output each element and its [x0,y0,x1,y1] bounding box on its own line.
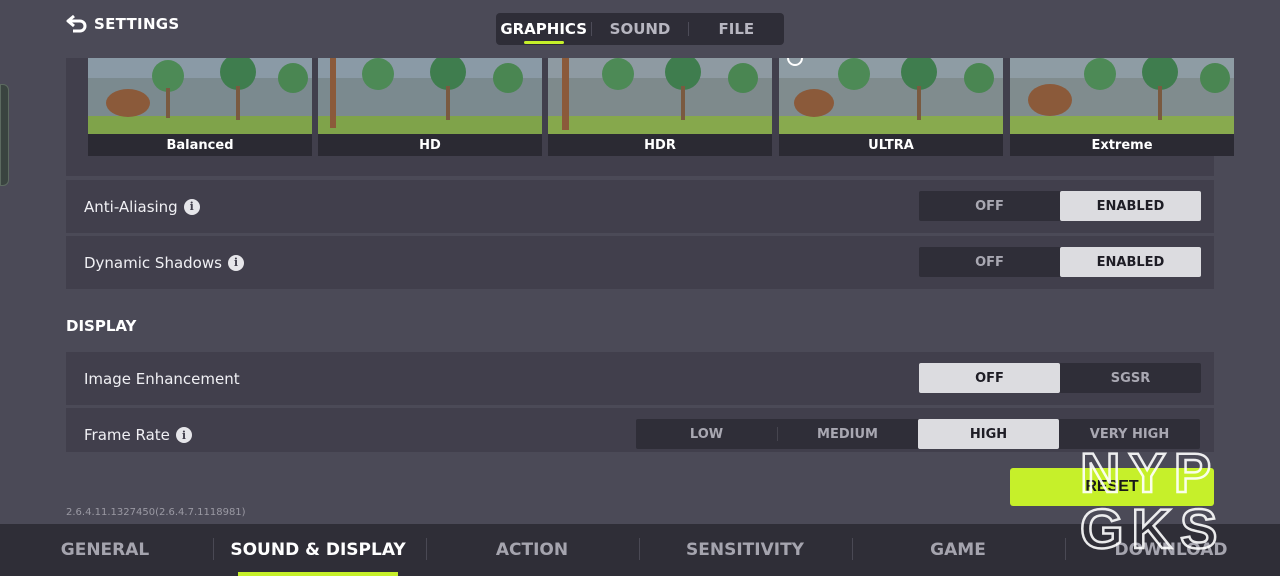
nav-general[interactable]: GENERAL [30,524,180,576]
nav-action[interactable]: ACTION [457,524,607,576]
image-enhancement-sgsr-option[interactable]: SGSR [1060,363,1201,393]
preset-extreme[interactable]: Extreme [1010,58,1234,156]
preset-hdr[interactable]: HDR [548,58,772,156]
dynamic-shadows-label-group: Dynamic Shadows i [84,254,244,272]
preset-label: Extreme [1010,134,1234,156]
dynamic-shadows-row: Dynamic Shadows i OFF ENABLED [66,236,1214,289]
anti-aliasing-off-option[interactable]: OFF [919,191,1060,221]
graphics-presets-panel: Balanced HD HDR ULTRA Extreme [66,58,1234,176]
info-icon[interactable]: i [183,198,200,215]
dynamic-shadows-off-option[interactable]: OFF [919,247,1060,277]
version-label: 2.6.4.11.1327450(2.6.4.7.1118981) [66,507,246,518]
nav-sound-display[interactable]: SOUND & DISPLAY [218,524,418,576]
frame-rate-label-group: Frame Rate i [84,426,192,444]
image-enhancement-label-group: Image Enhancement [84,370,240,388]
anti-aliasing-toggle: OFF ENABLED [919,191,1201,221]
preset-label: HDR [548,134,772,156]
dynamic-shadows-toggle: OFF ENABLED [919,247,1201,277]
anti-aliasing-row: Anti-Aliasing i OFF ENABLED [66,180,1214,233]
nav-game[interactable]: GAME [883,524,1033,576]
side-drawer-handle[interactable] [0,84,9,186]
frame-rate-medium-option[interactable]: MEDIUM [777,419,918,449]
display-section-title: DISPLAY [66,317,137,335]
nav-divider [852,538,853,560]
image-enhancement-label: Image Enhancement [84,369,240,388]
preset-balanced[interactable]: Balanced [88,58,312,156]
dynamic-shadows-enabled-option[interactable]: ENABLED [1060,247,1201,277]
tab-sound[interactable]: SOUND [592,13,687,45]
preset-label: ULTRA [779,134,1003,156]
dynamic-shadows-label: Dynamic Shadows [84,253,222,272]
frame-rate-low-option[interactable]: LOW [636,419,777,449]
nav-divider [1065,538,1066,560]
back-arrow-icon [66,14,87,33]
preset-preview-image [779,58,1003,135]
top-tab-bar: GRAPHICS SOUND FILE [496,13,784,45]
preset-preview-image [318,58,542,135]
preset-label: HD [318,134,542,156]
page-title: SETTINGS [94,15,180,33]
image-enhancement-row: Image Enhancement OFF SGSR [66,352,1214,405]
preset-preview-image [1010,58,1234,135]
preset-hd[interactable]: HD [318,58,542,156]
nav-sensitivity[interactable]: SENSITIVITY [660,524,830,576]
frame-rate-high-option[interactable]: HIGH [918,419,1059,449]
anti-aliasing-label: Anti-Aliasing [84,197,178,216]
frame-rate-label: Frame Rate [84,426,170,444]
preset-ultra[interactable]: ULTRA [779,58,1003,156]
preset-preview-image [88,58,312,135]
info-icon[interactable]: i [227,254,244,271]
preset-label: Balanced [88,134,312,156]
image-enhancement-toggle: OFF SGSR [919,363,1201,393]
nav-divider [426,538,427,560]
nav-divider [639,538,640,560]
watermark-logo: NYP GKS [1079,444,1225,552]
anti-aliasing-label-group: Anti-Aliasing i [84,198,200,216]
nav-divider [213,538,214,560]
watermark-line2: GKS [1080,497,1225,552]
info-icon[interactable]: i [175,427,192,443]
watermark-line1: NYP [1080,444,1219,504]
back-button[interactable]: SETTINGS [66,14,180,34]
tab-file[interactable]: FILE [689,13,784,45]
image-enhancement-off-option[interactable]: OFF [919,363,1060,393]
frame-rate-row: Frame Rate i LOW MEDIUM HIGH VERY HIGH [66,408,1214,452]
tab-graphics[interactable]: GRAPHICS [496,13,591,45]
preset-preview-image [548,58,772,135]
anti-aliasing-enabled-option[interactable]: ENABLED [1060,191,1201,221]
